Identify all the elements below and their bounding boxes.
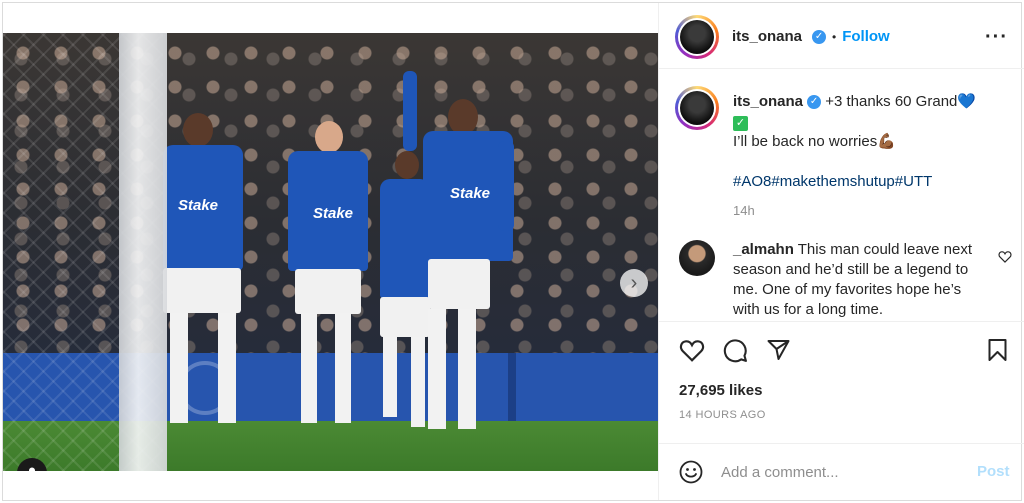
share-paper-plane-icon[interactable] bbox=[766, 338, 791, 362]
caption-age: 14h bbox=[733, 203, 755, 218]
comment-item: _almahn This man could leave next season… bbox=[733, 240, 975, 320]
follow-button[interactable]: Follow bbox=[842, 28, 890, 45]
caption-username[interactable]: its_onana bbox=[733, 93, 803, 110]
player-left: Stake bbox=[158, 113, 258, 443]
goal-post bbox=[119, 33, 167, 471]
player-celebrating: Stake bbox=[398, 71, 528, 441]
add-comment-input[interactable] bbox=[721, 460, 961, 484]
caption-hashtags[interactable]: #AO8#makethemshutup#UTT bbox=[733, 172, 1003, 192]
person-tag-icon bbox=[29, 467, 35, 471]
carousel-next-button[interactable]: › bbox=[620, 269, 648, 297]
post-sidebar: its_onana ✓ • Follow ··· its_onana ✓ +3 t… bbox=[658, 3, 1024, 500]
comment-bubble-icon[interactable] bbox=[723, 338, 748, 363]
caption-avatar[interactable] bbox=[675, 86, 719, 130]
sponsor-text: Stake bbox=[313, 205, 354, 222]
post-actions: 27,695 likes 14 HOURS AGO bbox=[659, 321, 1024, 443]
caption-line-1: +3 thanks 60 Grand bbox=[825, 93, 958, 110]
post-photo[interactable]: Stake Stake Stake › bbox=[3, 33, 658, 471]
add-comment-bar: Post bbox=[659, 443, 1024, 500]
post-frame: Stake Stake Stake › its_onana ✓ • Follow… bbox=[2, 2, 1024, 501]
author-username[interactable]: its_onana bbox=[732, 28, 802, 45]
like-heart-icon[interactable] bbox=[679, 338, 705, 362]
emoji-smile-icon[interactable] bbox=[679, 460, 703, 484]
commenter-avatar[interactable] bbox=[679, 240, 715, 276]
caption-text: its_onana ✓ +3 thanks 60 Grand💙 ✓ I’ll be… bbox=[733, 92, 1003, 221]
check-mark-emoji: ✓ bbox=[733, 116, 748, 131]
caption-section: its_onana ✓ +3 thanks 60 Grand💙 ✓ I’ll be… bbox=[659, 70, 1024, 320]
post-timestamp: 14 HOURS AGO bbox=[679, 409, 766, 421]
save-bookmark-icon[interactable] bbox=[987, 338, 1008, 362]
blue-heart-emoji: 💙 bbox=[957, 93, 977, 110]
chevron-right-icon: › bbox=[630, 272, 638, 294]
author-avatar[interactable] bbox=[675, 15, 719, 59]
sponsor-text: Stake bbox=[178, 197, 219, 214]
verified-badge-icon: ✓ bbox=[812, 29, 827, 44]
sponsor-text: Stake bbox=[450, 185, 491, 202]
comment-like-heart-icon[interactable] bbox=[998, 250, 1012, 263]
flexed-biceps-emoji: 💪🏾 bbox=[877, 133, 896, 150]
post-comment-button[interactable]: Post bbox=[977, 463, 1010, 480]
post-header: its_onana ✓ • Follow ··· bbox=[659, 3, 1024, 69]
caption-line-2: I’ll be back no worries bbox=[733, 133, 878, 150]
commenter-username[interactable]: _almahn bbox=[733, 241, 794, 258]
header-separator: • bbox=[832, 29, 837, 44]
player-center: Stake bbox=[283, 121, 378, 441]
verified-badge-icon: ✓ bbox=[807, 95, 822, 110]
more-options-icon[interactable]: ··· bbox=[985, 27, 1008, 47]
likes-count[interactable]: 27,695 likes bbox=[679, 382, 762, 399]
